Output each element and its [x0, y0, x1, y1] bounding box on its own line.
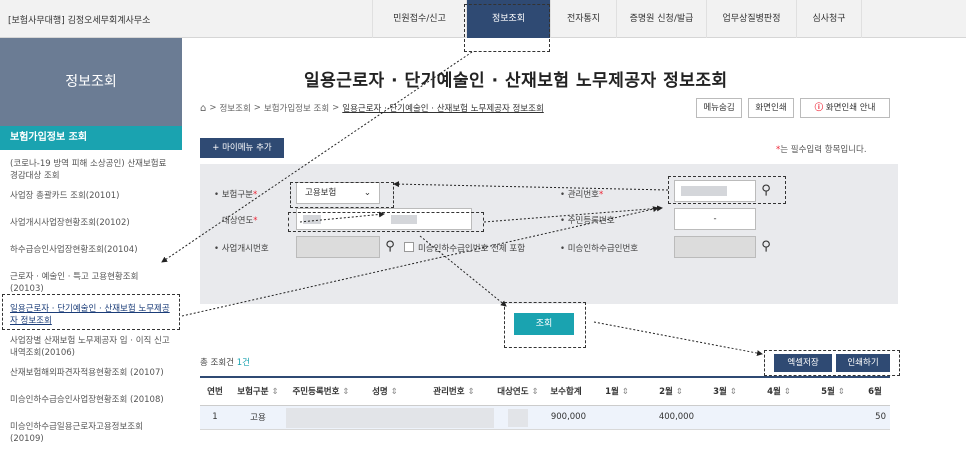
highlight-search-box	[504, 302, 586, 348]
highlight-mgmt-box	[668, 176, 786, 204]
sort-icon: ⇕	[783, 387, 791, 398]
unapproved-check-label: 미승인하수급인번호 전체 포함	[418, 244, 526, 254]
cell-mgmt-no	[414, 405, 494, 430]
hide-menu-button[interactable]: 메뉴숨김	[696, 98, 742, 118]
cell-apr	[752, 405, 806, 430]
unapproved-no-label: • 미승인하수급인번호	[560, 244, 639, 254]
col-jun[interactable]: 6월	[860, 376, 890, 406]
sort-icon: ⇕	[531, 387, 539, 398]
highlight-year-box	[288, 212, 484, 232]
sort-icon: ⇕	[729, 387, 737, 398]
print-guide-label: 화면인쇄 안내	[825, 103, 876, 113]
col-feb[interactable]: 2월 ⇕	[644, 376, 698, 406]
biz-no-input[interactable]	[296, 236, 380, 258]
sort-icon: ⇕	[621, 387, 629, 398]
cell-may	[806, 405, 860, 430]
cell-jun: 50	[860, 405, 890, 430]
sidebar-item-business-start[interactable]: 사업개시사업장현황조회(20102)	[0, 213, 182, 240]
unapproved-checkbox[interactable]	[404, 242, 414, 252]
cell-jan	[590, 405, 644, 430]
rrn-input[interactable]: -	[674, 208, 756, 230]
breadcrumb-current: 일용근로자 · 단기예술인 · 산재보험 노무제공자 정보조회	[342, 104, 544, 114]
sidebar-item-summary-card[interactable]: 사업장 총괄카드 조회(20101)	[0, 186, 182, 213]
cell-mar	[698, 405, 752, 430]
rrn-label: • 주민등록번호	[560, 216, 615, 226]
cell-seq: 1	[200, 405, 230, 430]
breadcrumb-item[interactable]: 정보조회	[219, 102, 250, 114]
sidebar-item-covid-relief[interactable]: (코로나-19 방역 피해 소상공인) 산재보험료 경감대상 조회	[0, 154, 182, 186]
top-nav: 민원접수/신고 정보조회 전자통지 증명원 신청/발급 업무상질병판정 심사청구	[372, 0, 862, 38]
cell-target-year	[494, 405, 542, 430]
alert-icon: ⓘ	[814, 103, 824, 113]
sidebar-item-subcontract[interactable]: 하수급승인사업장현황조회(20104)	[0, 240, 182, 267]
search-icon[interactable]: ⚲	[380, 236, 400, 258]
cell-insurance-type: 고용	[230, 405, 286, 430]
col-seq: 연번	[200, 376, 230, 406]
add-my-menu-button[interactable]: + 마이메뉴 추가	[200, 138, 284, 158]
sort-icon: ⇕	[675, 387, 683, 398]
highlight-nav-box	[464, 4, 550, 52]
sidebar-section[interactable]: 보험가입정보 조회	[0, 126, 182, 150]
home-icon[interactable]: ⌂	[200, 103, 206, 114]
mgmt-no-label: • 관리번호*	[560, 190, 604, 200]
nav-civil-report[interactable]: 민원접수/신고	[372, 0, 466, 38]
insurance-type-label: • 보험구분*	[214, 190, 258, 200]
col-may[interactable]: 5월 ⇕	[806, 376, 860, 406]
target-year-label: 대상연도*	[222, 216, 258, 226]
office-name: [보험사무대행] 김정오세무회계사무소	[8, 16, 151, 26]
sidebar-item-labor-provider[interactable]: 사업장별 산재보험 노무제공자 입 · 이직 신고내역조회(20106)	[0, 331, 182, 363]
nav-certificate[interactable]: 증명원 신청/발급	[616, 0, 706, 38]
search-icon[interactable]: ⚲	[756, 236, 776, 258]
col-rrn[interactable]: 주민등록번호 ⇕	[286, 376, 356, 406]
highlight-sidebar-box	[2, 294, 180, 330]
highlight-export-box	[764, 350, 900, 376]
sort-icon: ⇕	[390, 387, 398, 398]
cell-rrn	[286, 405, 356, 430]
col-insurance-type[interactable]: 보험구분 ⇕	[230, 376, 286, 406]
required-note: *는 필수입력 항목입니다.	[776, 145, 867, 155]
result-table: 연번 보험구분 ⇕ 주민등록번호 ⇕ 성명 ⇕ 관리번호 ⇕ 대상연도 ⇕ 보수합계 1월…	[200, 376, 890, 430]
table-row[interactable]: 1 고용 900,000 400,000 50	[200, 405, 890, 430]
print-screen-button[interactable]: 화면인쇄	[748, 98, 794, 118]
col-jan[interactable]: 1월 ⇕	[590, 376, 644, 406]
sort-icon: ⇕	[271, 387, 279, 398]
sort-icon: ⇕	[342, 387, 350, 398]
nav-review-request[interactable]: 심사청구	[796, 0, 862, 38]
col-mgmt-no[interactable]: 관리번호 ⇕	[414, 376, 494, 406]
cell-feb: 400,000	[644, 405, 698, 430]
sidebar-title: 정보조회	[0, 38, 182, 126]
sidebar-item-unapproved-sub[interactable]: 미승인하수급승인사업장현황조회 (20108)	[0, 390, 182, 417]
arrow-search-to-export	[593, 321, 763, 357]
page-title: 일용근로자 · 단기예술인 · 산재보험 노무제공자 정보조회	[304, 71, 728, 91]
sidebar: 정보조회 보험가입정보 조회 (코로나-19 방역 피해 소상공인) 산재보험료…	[0, 38, 182, 474]
biz-no-label: • 사업개시번호	[214, 244, 269, 254]
nav-e-notice[interactable]: 전자통지	[550, 0, 616, 38]
cell-name	[356, 405, 414, 430]
sort-icon: ⇕	[837, 387, 845, 398]
sidebar-item-unapproved-daily[interactable]: 미승인하수급일용근로자고용정보조회 (20109)	[0, 417, 182, 449]
nav-occupational-disease[interactable]: 업무상질병판정	[706, 0, 796, 38]
col-apr[interactable]: 4월 ⇕	[752, 376, 806, 406]
total-count: 총 조회건 1건	[200, 358, 250, 368]
sidebar-item-overseas[interactable]: 산재보험해외파견자적용현황조회 (20107)	[0, 363, 182, 390]
col-mar[interactable]: 3월 ⇕	[698, 376, 752, 406]
table-header-row: 연번 보험구분 ⇕ 주민등록번호 ⇕ 성명 ⇕ 관리번호 ⇕ 대상연도 ⇕ 보수합계 1월…	[200, 376, 890, 406]
col-pay-total: 보수합계	[542, 376, 590, 406]
breadcrumb: ⌂ > 정보조회 > 보험가입정보 조회 > 일용근로자 · 단기예술인 · 산…	[200, 102, 544, 115]
breadcrumb-item[interactable]: 보험가입정보 조회	[264, 102, 329, 114]
col-target-year[interactable]: 대상연도 ⇕	[494, 376, 542, 406]
col-name[interactable]: 성명 ⇕	[356, 376, 414, 406]
unapproved-no-input[interactable]	[674, 236, 756, 258]
print-guide-button[interactable]: ⓘ 화면인쇄 안내	[800, 98, 890, 118]
highlight-insurance-box	[290, 182, 394, 208]
sort-icon: ⇕	[467, 387, 475, 398]
cell-pay-total: 900,000	[542, 405, 590, 430]
